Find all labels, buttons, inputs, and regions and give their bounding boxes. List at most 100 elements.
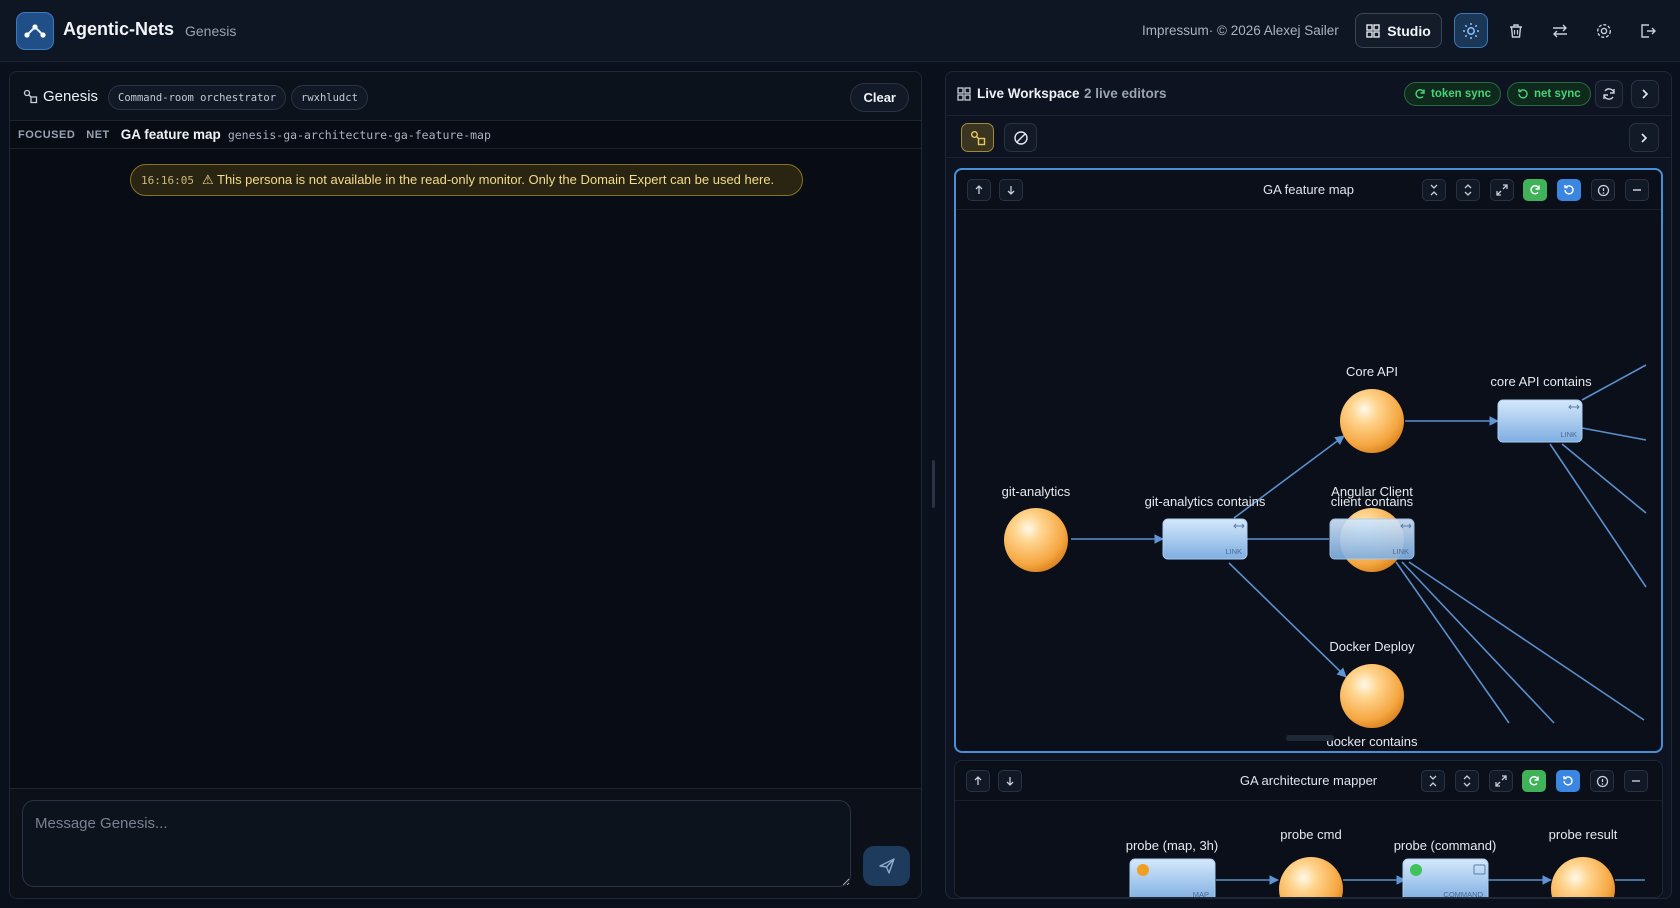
send-icon	[878, 858, 895, 874]
transition-type-label: COMMAND	[1443, 890, 1483, 898]
transition-label: docker contains	[1326, 734, 1418, 749]
send-button[interactable]	[863, 846, 910, 886]
top-bar: Agentic-Nets Genesis Impressum· © 2026 A…	[0, 0, 1680, 62]
place-probe-result[interactable]	[1551, 857, 1615, 898]
info-button[interactable]	[1591, 179, 1615, 201]
chat-header: Genesis Command-room orchestrator rwxhlu…	[10, 72, 921, 121]
net-graph-canvas[interactable]: MAP COMMAND probe (map, 3h) probe cmd pr…	[955, 801, 1662, 898]
minimize-button[interactable]	[1624, 770, 1648, 792]
persona-badge[interactable]: Command-room orchestrator	[108, 85, 287, 110]
collapse-panel-button[interactable]	[1631, 80, 1659, 108]
expand-vertical-button[interactable]	[1455, 770, 1479, 792]
net-view-button[interactable]	[961, 123, 994, 152]
impressum-link[interactable]: Impressum· © 2026 Alexej Sailer	[1142, 23, 1339, 38]
arc	[1561, 443, 1647, 514]
info-button[interactable]	[1590, 770, 1614, 792]
net-sync-label: net sync	[1534, 88, 1581, 100]
focused-net-bar: FOCUSED NET GA feature map genesis-ga-ar…	[10, 121, 921, 149]
studio-button[interactable]: Studio	[1355, 13, 1442, 48]
reload-button[interactable]	[1556, 770, 1580, 792]
grid-icon	[957, 87, 971, 101]
transition-type-label: LINK	[1392, 547, 1409, 556]
swap-button[interactable]	[1543, 13, 1577, 48]
net-graph-canvas[interactable]: LINK LINK LINK git-analytics Core API An…	[956, 210, 1661, 751]
chevron-right-icon	[1641, 132, 1648, 143]
minimize-button[interactable]	[1625, 179, 1649, 201]
settings-button[interactable]	[1587, 13, 1621, 48]
warning-message: 16:16:05 ⚠ This persona is not available…	[130, 164, 803, 196]
clear-button[interactable]: Clear	[850, 83, 909, 112]
session-badge[interactable]: rwxhludct	[291, 85, 368, 110]
logout-icon	[1641, 23, 1656, 38]
transition-client-contains[interactable]: LINK	[1329, 518, 1415, 560]
auto-sync-toggle[interactable]	[1522, 770, 1546, 792]
delete-button[interactable]	[1499, 13, 1533, 48]
chat-title: Genesis	[43, 88, 99, 105]
live-editors-count: 2 live editors	[1084, 86, 1167, 101]
refresh-button[interactable]	[1595, 80, 1623, 108]
toolbar-expand-button[interactable]	[1629, 123, 1659, 152]
warning-text: ⚠ This persona is not available in the r…	[201, 172, 775, 187]
fullscreen-button[interactable]	[1490, 179, 1514, 201]
transition-type-label: LINK	[1560, 430, 1577, 439]
place-git-analytics[interactable]	[1004, 508, 1068, 572]
net-card-header: GA feature map	[956, 170, 1661, 210]
maximize-icon	[1495, 775, 1507, 787]
resize-handle[interactable]	[932, 460, 935, 508]
app-logo-icon[interactable]	[16, 12, 54, 50]
arc	[1408, 561, 1645, 721]
status-dot-icon	[1137, 864, 1149, 876]
rotate-icon	[1563, 776, 1573, 786]
net-icon	[970, 130, 985, 145]
theme-toggle-button[interactable]	[1454, 13, 1488, 48]
arc	[1581, 427, 1647, 441]
transition-label: core API contains	[1490, 374, 1592, 389]
workspace-title: Live Workspace	[977, 86, 1080, 101]
transition-type-label: LINK	[1225, 547, 1242, 556]
net-card-ga-architecture-mapper[interactable]: GA architecture mapper MAP COMMAND probe…	[954, 760, 1663, 898]
net-sync-badge[interactable]: net sync	[1507, 82, 1591, 106]
expand-vertical-button[interactable]	[1456, 179, 1480, 201]
net-tag: NET	[86, 128, 110, 141]
logout-button[interactable]	[1631, 13, 1665, 48]
auto-sync-toggle[interactable]	[1523, 179, 1547, 201]
token-sync-badge[interactable]: token sync	[1404, 82, 1502, 106]
net-card-header: GA architecture mapper	[955, 761, 1662, 801]
transition-git-analytics-contains[interactable]: LINK	[1162, 518, 1248, 560]
arc	[1401, 561, 1555, 724]
maximize-icon	[1496, 184, 1508, 196]
disable-button[interactable]	[1004, 123, 1037, 152]
collapse-vertical-button[interactable]	[1422, 179, 1446, 201]
place-core-api[interactable]	[1340, 389, 1404, 453]
minus-icon	[1632, 780, 1640, 782]
chevron-right-icon	[1642, 89, 1649, 99]
focused-tag: FOCUSED	[18, 128, 76, 141]
expand-icon	[1463, 775, 1471, 787]
workspace-panel: Live Workspace 2 live editors token sync…	[945, 71, 1672, 899]
sync-icon	[1518, 89, 1528, 99]
place-label: probe result	[1549, 827, 1618, 842]
transition-probe-map[interactable]: MAP	[1129, 858, 1216, 898]
place-probe-cmd[interactable]	[1279, 857, 1343, 898]
arc	[1228, 562, 1347, 678]
transition-core-api-contains[interactable]: LINK	[1497, 399, 1583, 443]
fullscreen-button[interactable]	[1489, 770, 1513, 792]
grid-icon	[1366, 23, 1380, 38]
collapse-vertical-button[interactable]	[1421, 770, 1445, 792]
message-input[interactable]	[22, 800, 851, 887]
reload-button[interactable]	[1557, 179, 1581, 201]
status-dot-icon	[1410, 864, 1422, 876]
arc	[1581, 364, 1647, 401]
refresh-icon	[1529, 776, 1539, 786]
place-docker-deploy[interactable]	[1340, 664, 1404, 728]
canvas-scrollbar[interactable]	[1286, 735, 1334, 741]
info-icon	[1596, 775, 1608, 787]
net-card-ga-feature-map[interactable]: GA feature map LINK LINK LINK git-analyt…	[954, 168, 1663, 753]
net-card-title: GA feature map	[1262, 182, 1355, 197]
place-label: probe cmd	[1280, 827, 1341, 842]
gear-icon	[1596, 23, 1612, 38]
arc	[1549, 443, 1647, 588]
swap-arrows-icon	[1553, 24, 1567, 37]
forbidden-icon	[1013, 130, 1028, 145]
transition-probe-command[interactable]: COMMAND	[1402, 858, 1489, 898]
